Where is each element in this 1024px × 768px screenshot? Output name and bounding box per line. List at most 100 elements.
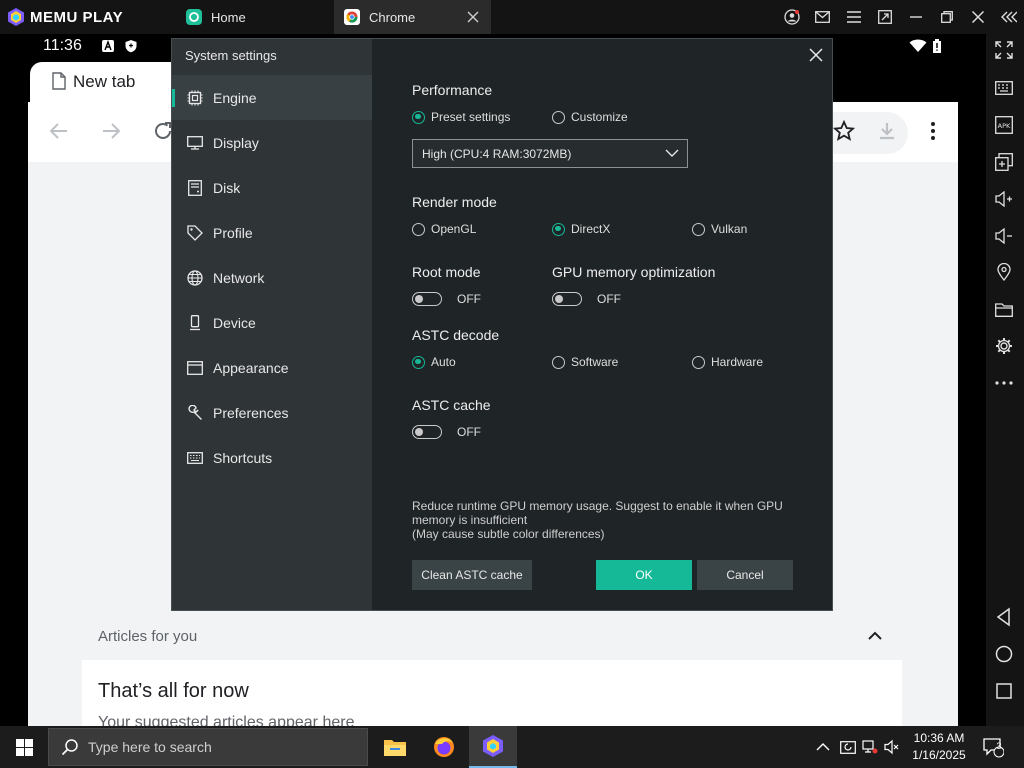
ok-button[interactable]: OK: [596, 560, 692, 590]
android-home-icon[interactable]: [994, 644, 1014, 664]
nav-item-engine[interactable]: Engine: [172, 75, 372, 120]
gpu-memory-toggle[interactable]: OFF: [552, 292, 621, 306]
chevron-up-icon[interactable]: [866, 629, 884, 643]
volume-muted-icon[interactable]: [884, 739, 900, 755]
network-icon[interactable]: [862, 739, 878, 755]
download-icon[interactable]: [876, 120, 898, 142]
file-explorer-icon[interactable]: [371, 726, 419, 768]
nav-item-device[interactable]: Device: [172, 300, 372, 345]
close-window-icon[interactable]: [962, 0, 993, 34]
more-vert-icon[interactable]: [922, 120, 944, 142]
notification-center[interactable]: 3: [982, 726, 1004, 768]
windows-logo-icon: [15, 738, 33, 756]
root-mode-toggle[interactable]: OFF: [412, 292, 481, 306]
radio-vulkan[interactable]: Vulkan: [692, 222, 747, 236]
toggle-state: OFF: [457, 292, 481, 306]
status-time: 11:36: [43, 37, 82, 54]
back-arrow-icon[interactable]: [48, 120, 70, 142]
nav-item-network[interactable]: Network: [172, 255, 372, 300]
taskbar-search[interactable]: Type here to search: [48, 728, 368, 766]
gpu-memory-note: Reduce runtime GPU memory usage. Suggest…: [412, 499, 812, 541]
home-app-icon: [186, 9, 202, 25]
chevron-up-icon[interactable]: [816, 742, 830, 752]
bookmark-star-icon[interactable]: [833, 120, 855, 142]
forward-arrow-icon[interactable]: [100, 120, 122, 142]
clean-astc-cache-button[interactable]: Clean ASTC cache: [412, 560, 532, 590]
location-icon[interactable]: [994, 262, 1014, 282]
memu-taskbar-icon[interactable]: [469, 726, 517, 768]
keyboard-icon[interactable]: [994, 78, 1014, 98]
taskbar-clock[interactable]: 10:36 AM 1/16/2025: [908, 730, 970, 764]
radio-preset-settings[interactable]: Preset settings: [412, 110, 510, 124]
nav-label: Network: [213, 269, 265, 286]
radio-auto[interactable]: Auto: [412, 355, 456, 369]
note-line: memory is insufficient: [412, 513, 528, 527]
windows-update-icon[interactable]: [840, 739, 856, 755]
nav-item-display[interactable]: Display: [172, 120, 372, 165]
battery-icon: [933, 39, 941, 53]
preset-select[interactable]: High (CPU:4 RAM:3072MB): [412, 139, 688, 168]
nav-item-appearance[interactable]: Appearance: [172, 345, 372, 390]
multi-instance-icon[interactable]: [994, 152, 1014, 172]
render-mode-heading: Render mode: [412, 194, 497, 210]
settings-gear-icon[interactable]: [994, 336, 1014, 356]
folder-icon[interactable]: [994, 300, 1014, 320]
astc-decode-heading: ASTC decode: [412, 327, 500, 343]
window-icon: [186, 359, 204, 377]
astc-cache-toggle[interactable]: OFF: [412, 425, 481, 439]
apk-icon[interactable]: APK: [994, 115, 1014, 135]
volume-up-icon[interactable]: [994, 189, 1014, 209]
resize-icon[interactable]: [869, 0, 900, 34]
nav-item-preferences[interactable]: Preferences: [172, 390, 372, 435]
nav-item-disk[interactable]: Disk: [172, 165, 372, 210]
radio-indicator: [692, 355, 705, 369]
android-recents-icon[interactable]: [994, 681, 1014, 701]
nav-label: Engine: [213, 89, 257, 106]
account-icon[interactable]: [776, 0, 807, 34]
tab-chrome-label: Chrome: [369, 9, 416, 25]
cancel-button[interactable]: Cancel: [697, 560, 793, 590]
notification-count: 3: [996, 741, 1002, 751]
radio-hardware[interactable]: Hardware: [692, 355, 763, 369]
nav-label: Profile: [213, 224, 253, 241]
close-tab-icon[interactable]: [465, 9, 481, 25]
firefox-icon[interactable]: [420, 726, 468, 768]
radio-indicator: [552, 110, 565, 124]
radio-software[interactable]: Software: [552, 355, 618, 369]
tab-home-label: Home: [211, 9, 246, 25]
memu-brand: MEMU PLAY: [30, 8, 124, 26]
menu-icon[interactable]: [838, 0, 869, 34]
windows-start-button[interactable]: [0, 726, 48, 768]
root-mode-heading: Root mode: [412, 264, 481, 280]
android-back-icon[interactable]: [994, 607, 1014, 627]
radio-opengl[interactable]: OpenGL: [412, 222, 476, 236]
chrome-tab-title: New tab: [73, 72, 136, 91]
nav-item-shortcuts[interactable]: Shortcuts: [172, 435, 372, 480]
mail-icon[interactable]: [807, 0, 838, 34]
nav-item-profile[interactable]: Profile: [172, 210, 372, 255]
more-horiz-icon[interactable]: [994, 373, 1014, 393]
gpu-memory-heading: GPU memory optimization: [552, 264, 716, 280]
radio-label: Vulkan: [711, 222, 748, 236]
tab-chrome[interactable]: Chrome: [334, 0, 491, 34]
minimize-icon[interactable]: [900, 0, 931, 34]
radio-indicator: [412, 222, 425, 236]
card-title: That’s all for now: [98, 680, 249, 702]
svg-text:APK: APK: [998, 122, 1011, 130]
close-dialog-icon[interactable]: [808, 47, 824, 63]
shield-icon: [125, 40, 137, 53]
a-badge-icon: [102, 40, 114, 52]
radio-indicator: [552, 222, 565, 236]
nav-label: Shortcuts: [213, 449, 273, 466]
radio-directx[interactable]: DirectX: [552, 222, 610, 236]
maximize-icon[interactable]: [931, 0, 962, 34]
volume-down-icon[interactable]: [994, 226, 1014, 246]
fullscreen-icon[interactable]: [994, 40, 1014, 60]
document-icon: [52, 72, 66, 90]
nav-label: Disk: [213, 179, 241, 196]
chip-icon: [186, 89, 204, 107]
radio-customize[interactable]: Customize: [552, 110, 628, 124]
collapse-sidebar-icon[interactable]: [993, 0, 1024, 34]
tab-home[interactable]: Home: [180, 0, 330, 34]
wrench-icon: [186, 404, 204, 422]
